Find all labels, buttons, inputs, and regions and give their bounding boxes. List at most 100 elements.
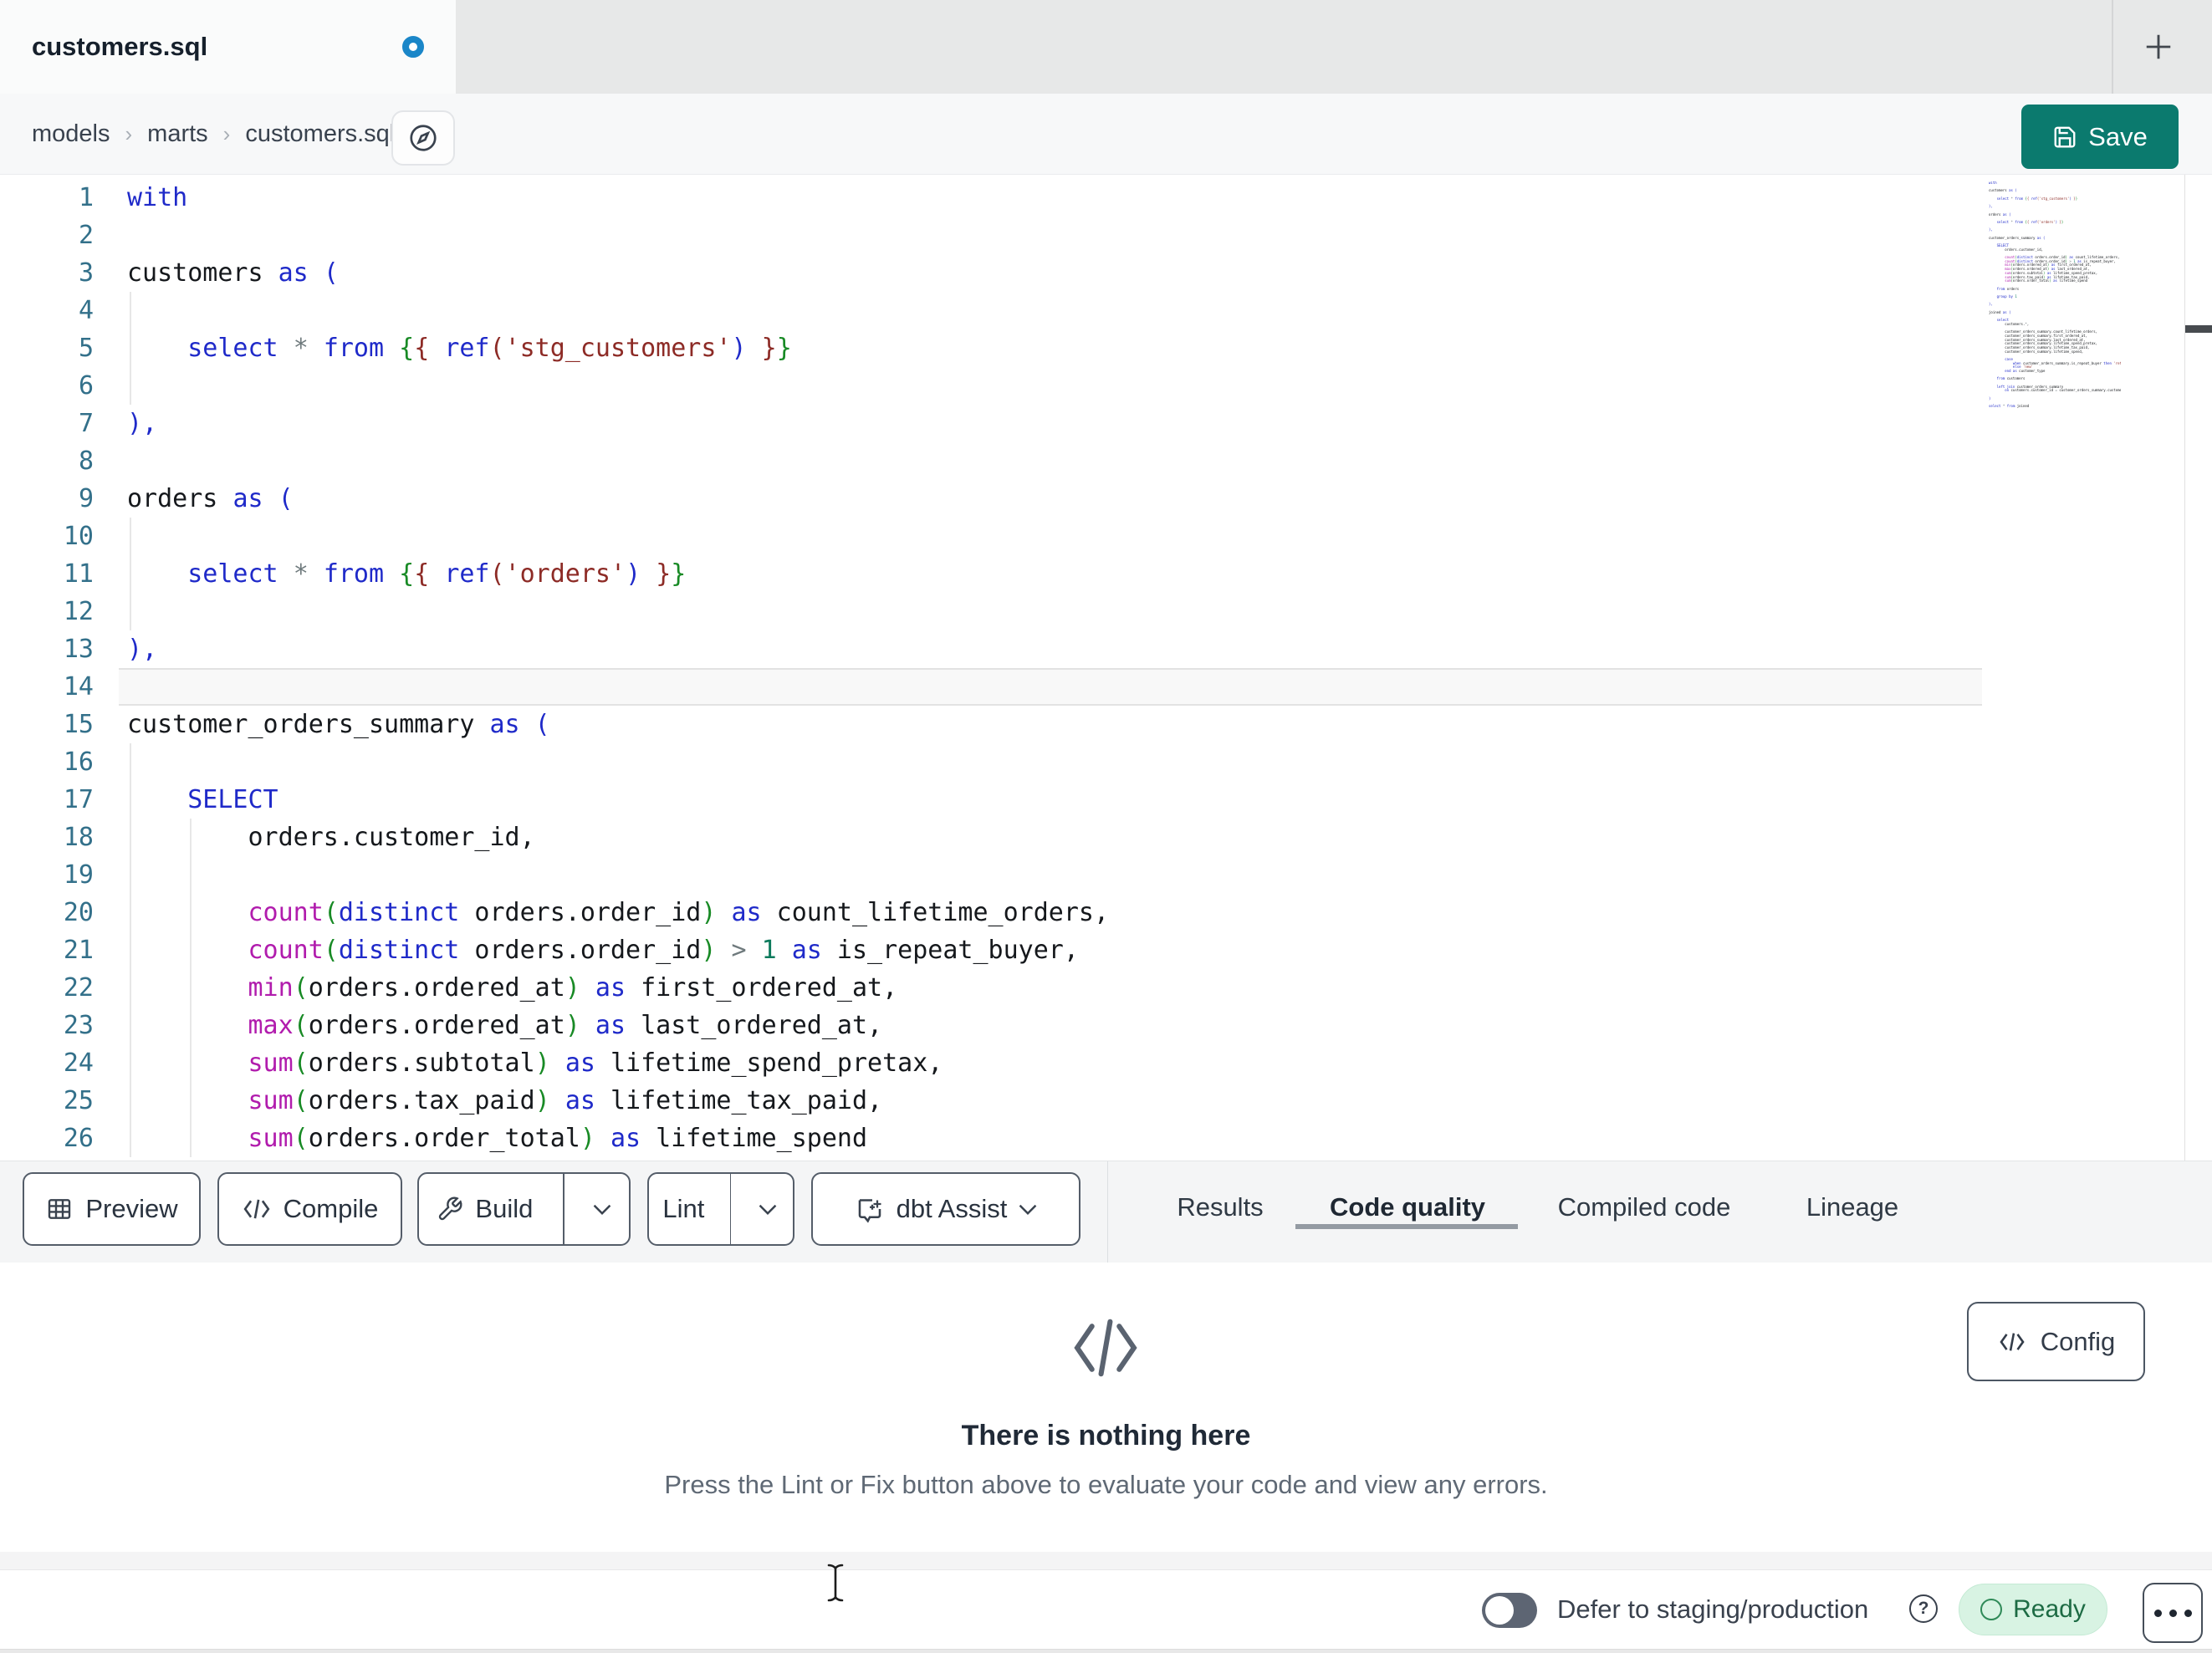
breadcrumb-marts[interactable]: marts	[147, 120, 208, 148]
status-circle-icon	[1980, 1599, 2003, 1620]
new-tab-button[interactable]	[2127, 18, 2190, 75]
line-number[interactable]: 24	[0, 1044, 94, 1082]
unsaved-changes-dot-icon[interactable]	[402, 36, 424, 58]
status-bar: Defer to staging/production ? Ready	[0, 1570, 2212, 1649]
lint-dropdown-button[interactable]	[743, 1174, 793, 1244]
code-line[interactable]: customers as (	[127, 254, 1109, 292]
line-number[interactable]: 17	[0, 781, 94, 819]
line-number[interactable]: 4	[0, 292, 94, 329]
build-button[interactable]: Build	[419, 1174, 551, 1244]
line-number[interactable]: 22	[0, 969, 94, 1007]
table-icon	[49, 1199, 71, 1219]
code-line[interactable]: customer_orders_summary as (	[127, 706, 1109, 743]
editor-scrollbar-thumb[interactable]	[2185, 325, 2212, 333]
breadcrumb-file[interactable]: customers.sql	[245, 120, 395, 148]
line-number[interactable]: 26	[0, 1120, 94, 1157]
code-line[interactable]	[127, 292, 1109, 329]
help-question-icon[interactable]: ?	[1909, 1594, 1938, 1623]
line-number[interactable]: 3	[0, 254, 94, 292]
editor-tab-strip: customers.sql	[0, 0, 2212, 94]
line-number[interactable]: 11	[0, 555, 94, 593]
line-number[interactable]: 15	[0, 706, 94, 743]
minimap[interactable]: with customers as ( select * from {{ ref(…	[1989, 181, 2121, 424]
code-line[interactable]: count(distinct orders.order_id) as count…	[127, 894, 1110, 931]
code-line[interactable]: ),	[127, 405, 1109, 442]
defer-toggle[interactable]	[1482, 1593, 1537, 1628]
tab-results[interactable]: Results	[1177, 1161, 1263, 1257]
split-divider	[562, 1174, 564, 1244]
line-number[interactable]: 1	[0, 179, 94, 217]
line-number[interactable]: 9	[0, 480, 94, 518]
breadcrumb-row: models › marts › customers.sql Save	[0, 94, 2212, 175]
code-line[interactable]	[127, 518, 1109, 555]
lint-button[interactable]: Lint	[649, 1174, 718, 1244]
code-line[interactable]	[127, 217, 1109, 254]
line-number[interactable]: 10	[0, 518, 94, 555]
breadcrumb-models[interactable]: models	[32, 120, 110, 148]
line-number[interactable]: 2	[0, 217, 94, 254]
lineage-compass-button[interactable]	[391, 110, 455, 166]
code-line[interactable]	[127, 668, 1109, 706]
tab-customers-sql[interactable]: customers.sql	[0, 0, 456, 94]
save-button[interactable]: Save	[2021, 105, 2179, 169]
code-line[interactable]	[127, 856, 1109, 894]
active-tab-underline	[1295, 1224, 1518, 1229]
tab-compiled-code[interactable]: Compiled code	[1558, 1161, 1731, 1257]
line-number[interactable]: 8	[0, 442, 94, 480]
line-number[interactable]: 14	[0, 668, 94, 706]
line-number[interactable]: 16	[0, 743, 94, 781]
line-number[interactable]: 6	[0, 367, 94, 405]
ellipsis-dot	[2169, 1609, 2177, 1617]
preview-button[interactable]: Preview	[23, 1172, 201, 1246]
line-number[interactable]: 18	[0, 819, 94, 856]
toggle-knob	[1485, 1596, 1514, 1625]
line-number[interactable]: 25	[0, 1082, 94, 1120]
compile-button[interactable]: Compile	[217, 1172, 402, 1246]
code-quality-panel: There is nothing here Press the Lint or …	[0, 1263, 2212, 1552]
breadcrumb: models › marts › customers.sql	[32, 94, 395, 174]
code-line[interactable]: max(orders.ordered_at) as last_ordered_a…	[127, 1007, 1109, 1044]
line-number[interactable]: 7	[0, 405, 94, 442]
compass-icon	[410, 125, 437, 151]
line-number[interactable]: 23	[0, 1007, 94, 1044]
code-line[interactable]: min(orders.ordered_at) as first_ordered_…	[127, 969, 1109, 1007]
tab-lineage[interactable]: Lineage	[1806, 1161, 1898, 1257]
code-line[interactable]	[127, 367, 1109, 405]
code-lines[interactable]: with customers as ( select * from {{ ref(…	[127, 179, 1109, 1157]
dbt-assist-button[interactable]: dbt Assist	[811, 1172, 1080, 1246]
panel-footer-gap	[0, 1552, 2212, 1570]
code-line[interactable]: SELECT	[127, 781, 1109, 819]
code-line[interactable]	[127, 743, 1109, 781]
line-number[interactable]: 12	[0, 593, 94, 630]
code-line[interactable]: sum(orders.order_total) as lifetime_spen…	[127, 1120, 1109, 1157]
line-number[interactable]: 13	[0, 630, 94, 668]
chevron-down-icon	[593, 1204, 611, 1215]
more-options-button[interactable]	[2143, 1583, 2203, 1643]
code-line[interactable]: orders.customer_id,	[127, 819, 1109, 856]
code-line[interactable]: with	[127, 179, 1109, 217]
code-line[interactable]: ),	[127, 630, 1109, 668]
tab-code-quality[interactable]: Code quality	[1330, 1161, 1485, 1257]
code-line[interactable]: sum(orders.tax_paid) as lifetime_tax_pai…	[127, 1082, 1109, 1120]
code-line[interactable]: select * from {{ ref('orders') }}	[127, 555, 1109, 593]
tab-strip-divider	[2112, 0, 2113, 94]
code-line[interactable]	[127, 593, 1109, 630]
preview-label: Preview	[85, 1194, 178, 1223]
code-icon	[1064, 1314, 1147, 1381]
line-number[interactable]: 21	[0, 931, 94, 969]
code-line[interactable]: select * from {{ ref('stg_customers') }}	[127, 329, 1109, 367]
split-divider	[729, 1174, 732, 1244]
code-line[interactable]: orders as (	[127, 480, 1109, 518]
code-line[interactable]	[127, 442, 1109, 480]
line-number[interactable]: 20	[0, 894, 94, 931]
build-dropdown-button[interactable]	[576, 1174, 629, 1244]
code-editor[interactable]: 1 2 3 4 5 6 7 8 9 10 11 12 13 14 15 16 17 18 19 20 21 22 23 24 2…	[0, 175, 2212, 1161]
line-number[interactable]: 19	[0, 856, 94, 894]
config-button[interactable]: Config	[1967, 1302, 2145, 1381]
defer-label: Defer to staging/production	[1557, 1594, 1869, 1624]
chevron-right-icon: ›	[125, 120, 133, 146]
line-number[interactable]: 5	[0, 329, 94, 367]
chevron-down-icon	[1019, 1204, 1037, 1215]
code-line[interactable]: sum(orders.subtotal) as lifetime_spend_p…	[127, 1044, 1109, 1082]
code-line[interactable]: count(distinct orders.order_id) > 1 as i…	[127, 931, 1109, 969]
